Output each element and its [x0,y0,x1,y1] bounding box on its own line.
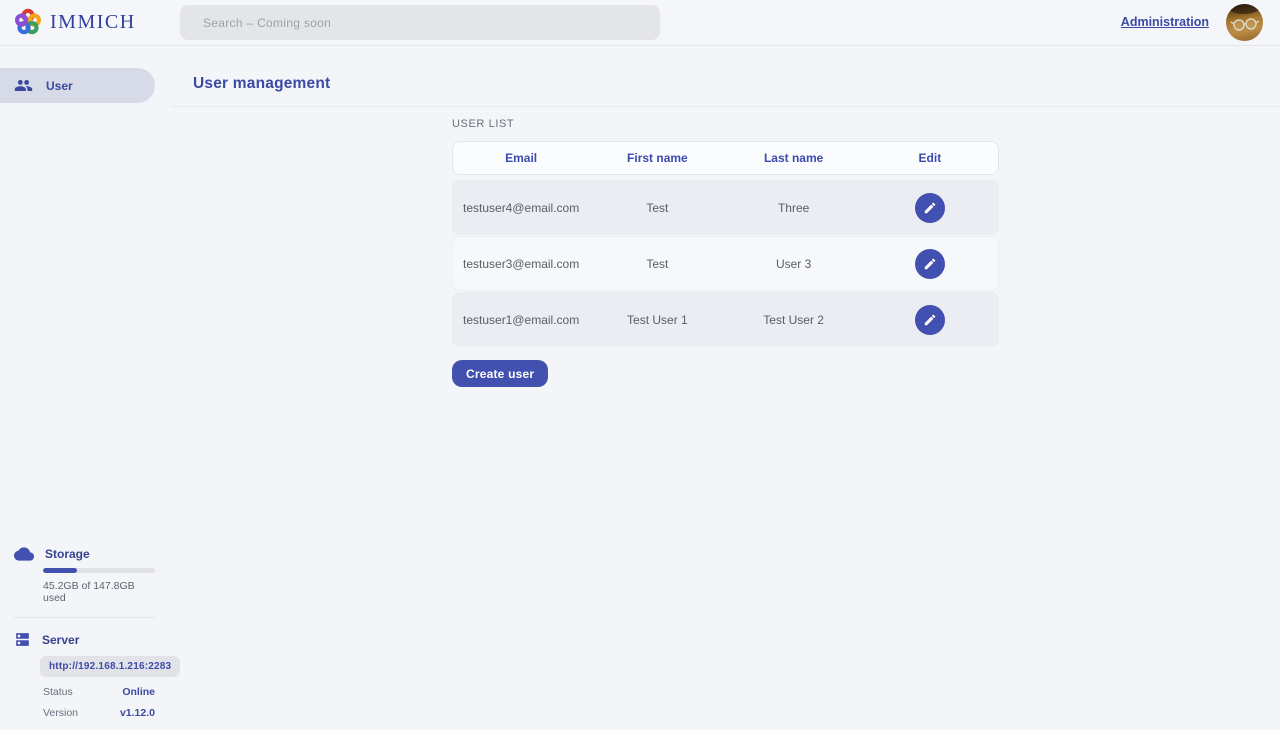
server-title: Server [42,633,79,647]
sidebar-divider [14,617,155,618]
glasses-photo [1226,4,1263,41]
user-list-section: USER LIST Email First name Last name Edi… [452,118,999,387]
table-row: testuser4@email.com Test Three [452,180,999,235]
avatar[interactable] [1226,4,1263,41]
edit-user-button[interactable] [915,249,945,279]
title-divider [171,106,1280,107]
pencil-icon [923,313,937,327]
top-bar: IMMICH Administration [0,0,1280,46]
table-row: testuser3@email.com Test User 3 [452,236,999,291]
sidebar-item-users[interactable]: User [0,68,155,103]
col-header-edit: Edit [862,151,998,165]
page-title: User management [193,75,330,93]
pencil-icon [923,257,937,271]
sidebar-item-label: User [46,79,73,93]
search-input[interactable] [180,5,660,40]
cell-email: testuser4@email.com [453,201,589,215]
version-label: Version [43,707,78,719]
administration-link[interactable]: Administration [1121,15,1209,29]
server-status-row: Status Online [43,686,155,698]
col-header-first-name: First name [589,151,725,165]
status-label: Status [43,686,73,698]
storage-widget: Storage 45.2GB of 147.8GB used [14,547,155,604]
logo-title: IMMICH [50,11,136,34]
people-icon [14,76,33,95]
server-url-badge: http://192.168.1.216:2283 [40,656,180,677]
sidebar-footer: Storage 45.2GB of 147.8GB used Server [0,547,155,719]
col-header-email: Email [453,151,589,165]
version-value: v1.12.0 [120,707,155,719]
sidebar: User Storage 45.2GB of 147.8GB used [0,47,170,730]
server-widget: Server http://192.168.1.216:2283 Status … [14,631,155,719]
edit-user-button[interactable] [915,305,945,335]
cell-first-name: Test User 1 [589,313,725,327]
cell-last-name: Test User 2 [726,313,862,327]
storage-progress [43,568,155,573]
storage-progress-fill [43,568,77,573]
immich-flower-icon [13,7,43,37]
cell-email: testuser1@email.com [453,313,589,327]
server-version-row: Version v1.12.0 [43,707,155,719]
table-header-row: Email First name Last name Edit [452,141,999,175]
dns-icon [14,631,31,648]
main-area: User management USER LIST Email First na… [170,47,1280,730]
edit-user-button[interactable] [915,193,945,223]
col-header-last-name: Last name [726,151,862,165]
storage-title: Storage [45,547,90,561]
immich-admin-app: IMMICH Administration User [0,0,1280,730]
cell-last-name: User 3 [726,257,862,271]
cloud-icon [14,547,34,561]
cell-email: testuser3@email.com [453,257,589,271]
pencil-icon [923,201,937,215]
logo[interactable]: IMMICH [13,7,136,37]
cell-first-name: Test [589,257,725,271]
create-user-button[interactable]: Create user [452,360,548,387]
table-row: testuser1@email.com Test User 1 Test Use… [452,292,999,347]
storage-usage-text: 45.2GB of 147.8GB used [43,580,155,604]
user-list-label: USER LIST [452,118,999,130]
status-value: Online [122,686,155,698]
cell-last-name: Three [726,201,862,215]
cell-first-name: Test [589,201,725,215]
user-table-body: testuser4@email.com Test Three testuser3… [452,180,999,347]
